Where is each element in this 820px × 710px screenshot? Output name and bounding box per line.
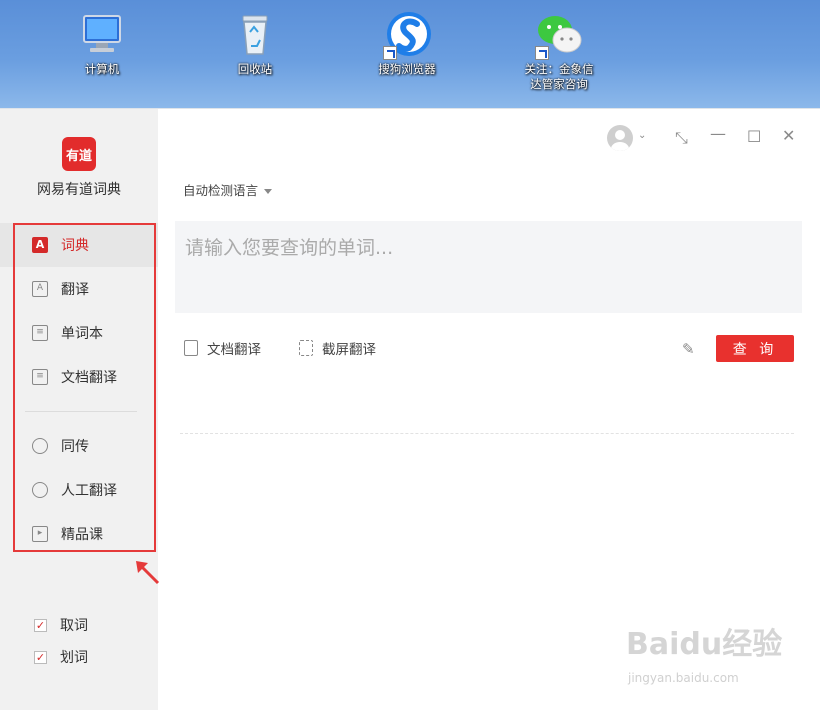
desktop-icon-computer[interactable]: 计算机 — [52, 10, 152, 77]
query-input[interactable] — [175, 221, 802, 313]
close-icon[interactable]: ✕ — [782, 127, 795, 145]
option-label: 取词 — [60, 618, 88, 634]
user-avatar-icon[interactable] — [607, 125, 633, 151]
desktop-icon-sogou-browser[interactable]: 搜狗浏览器 — [357, 10, 457, 77]
watermark-url: jingyan.baidu.com — [628, 671, 739, 685]
option-pick-word[interactable]: ✓ 取词 — [34, 615, 88, 635]
tool-label: 文档翻译 — [207, 342, 261, 358]
sidebar: 有道 网易有道词典 A 词典 A 翻译 ≡ 单词本 ≡ 文档翻译 同传 人工翻译… — [0, 109, 160, 710]
desktop-strip: 计算机 回收站 搜狗浏览器 关注：金象信 达管家咨询 — [0, 0, 820, 108]
recycle-bin-icon — [231, 10, 279, 58]
compact-mode-icon[interactable]: ⤡ — [675, 129, 688, 147]
screenshot-translate-link[interactable]: 截屏翻译 — [299, 338, 376, 358]
youdao-logo: 有道 — [62, 137, 96, 171]
shortcut-arrow-icon — [535, 46, 549, 60]
dashed-divider — [180, 433, 794, 434]
desktop-icon-label: 搜狗浏览器 — [378, 62, 436, 76]
tool-label: 截屏翻译 — [322, 342, 376, 358]
computer-icon — [78, 10, 126, 58]
checkbox-checked-icon[interactable]: ✓ — [34, 650, 47, 664]
document-icon — [184, 340, 198, 356]
desktop-icon-wechat[interactable]: 关注：金象信 达管家咨询 — [509, 10, 609, 92]
highlight-box — [13, 223, 156, 552]
checkbox-checked-icon[interactable]: ✓ — [34, 618, 47, 632]
desktop-icon-recycle-bin[interactable]: 回收站 — [205, 10, 305, 77]
main-panel: ⌄ ⤡ — ☐ ✕ 自动检测语言 文档翻译 截屏翻译 ✎ 查 询 Baidu经验… — [158, 109, 820, 710]
desktop-icon-label: 计算机 — [84, 62, 120, 76]
shortcut-arrow-icon — [383, 46, 397, 60]
caret-down-icon — [264, 189, 273, 194]
pen-icon[interactable]: ✎ — [682, 341, 698, 357]
desktop-icon-label: 达管家咨询 — [530, 77, 588, 91]
minimize-icon[interactable]: — — [710, 125, 726, 143]
search-button[interactable]: 查 询 — [716, 335, 794, 362]
watermark-logo: Baidu经验 — [626, 627, 783, 662]
screenshot-icon — [299, 340, 313, 356]
language-select-value: 自动检测语言 — [183, 183, 259, 198]
maximize-icon[interactable]: ☐ — [747, 128, 761, 146]
wechat-icon — [535, 10, 583, 60]
desktop-icon-label: 关注：金象信 — [524, 62, 594, 76]
sogou-browser-icon — [383, 10, 431, 60]
desktop-icon-label: 回收站 — [237, 62, 273, 76]
option-label: 划词 — [60, 650, 88, 666]
chevron-down-icon[interactable]: ⌄ — [638, 127, 646, 145]
app-name: 网易有道词典 — [37, 182, 121, 198]
language-select[interactable]: 自动检测语言 — [183, 180, 273, 199]
document-translate-link[interactable]: 文档翻译 — [184, 338, 261, 358]
option-select-word[interactable]: ✓ 划词 — [34, 647, 88, 667]
youdao-dict-window: 有道 网易有道词典 A 词典 A 翻译 ≡ 单词本 ≡ 文档翻译 同传 人工翻译… — [0, 108, 820, 710]
